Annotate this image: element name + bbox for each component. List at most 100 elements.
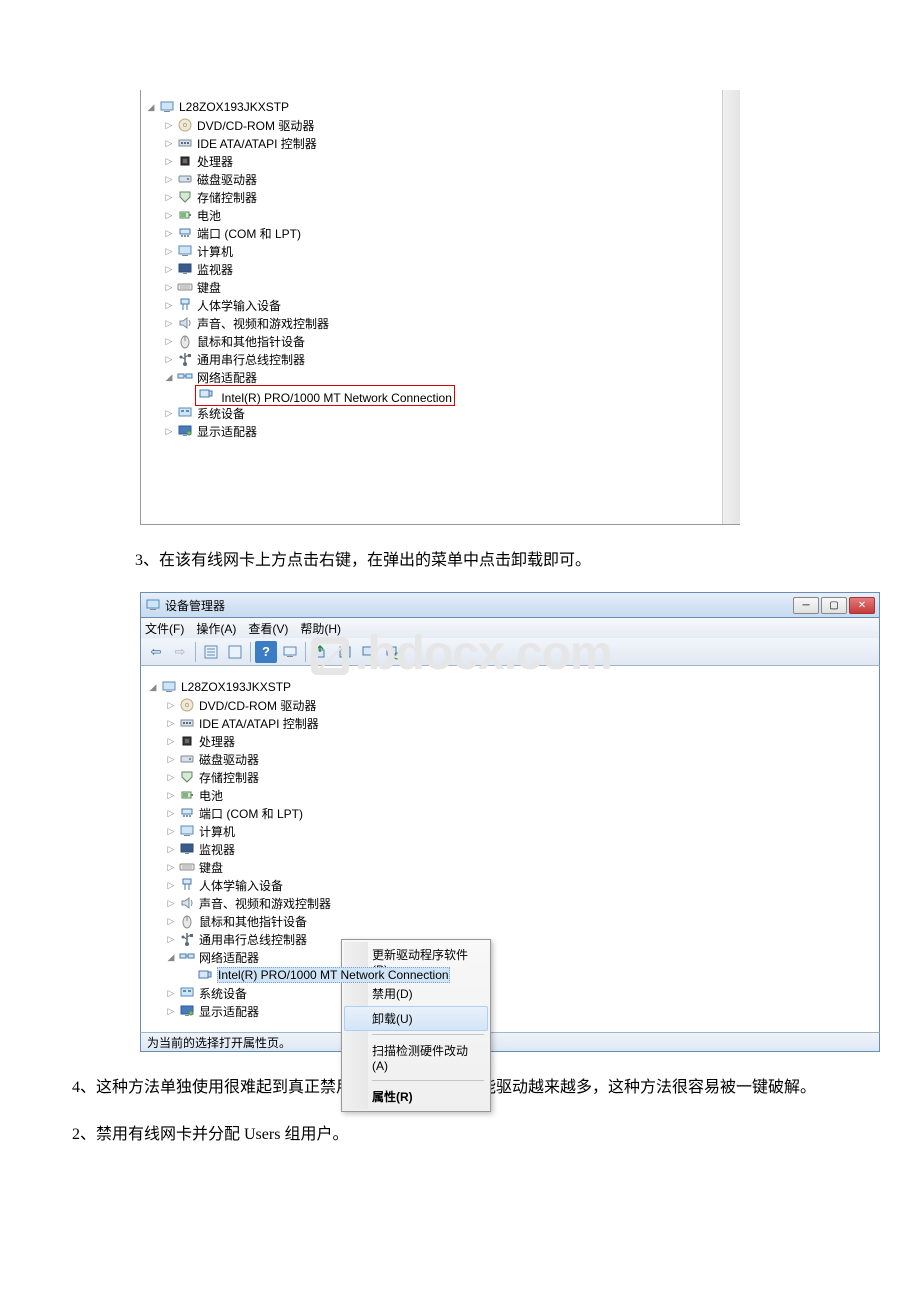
tree-node[interactable]: ▷磁盘驱动器: [145, 170, 736, 188]
expand-icon[interactable]: ▷: [163, 426, 175, 437]
tree-node[interactable]: ▷人体学输入设备: [147, 876, 873, 894]
selected-network-card[interactable]: Intel(R) PRO/1000 MT Network Connection: [217, 967, 450, 983]
expand-icon[interactable]: ▷: [163, 120, 175, 131]
tree-node[interactable]: ▷系统设备: [147, 984, 873, 1002]
window-titlebar[interactable]: 设备管理器 ─ ▢ ✕: [140, 592, 880, 618]
minimize-button[interactable]: ─: [793, 597, 819, 614]
properties-button[interactable]: [224, 641, 246, 663]
expand-icon[interactable]: ▷: [165, 844, 177, 855]
tree-node[interactable]: ▷端口 (COM 和 LPT): [145, 224, 736, 242]
expand-icon[interactable]: ▷: [163, 300, 175, 311]
tree-node[interactable]: ▷监视器: [147, 840, 873, 858]
expand-icon[interactable]: ▷: [165, 754, 177, 765]
menu-properties[interactable]: 属性(R): [344, 1084, 488, 1109]
tree-node[interactable]: ▷计算机: [147, 822, 873, 840]
expand-icon[interactable]: ▷: [163, 336, 175, 347]
tree-node[interactable]: ▷人体学输入设备: [145, 296, 736, 314]
tree-node-network[interactable]: ◢ 网络适配器: [145, 368, 736, 386]
tree-node[interactable]: ▷DVD/CD-ROM 驱动器: [147, 696, 873, 714]
tree-leaf-network-card[interactable]: Intel(R) PRO/1000 MT Network Connection: [147, 966, 873, 984]
tree-node[interactable]: ▷磁盘驱动器: [147, 750, 873, 768]
update-driver-button[interactable]: [310, 641, 332, 663]
menu-action[interactable]: 操作(A): [196, 620, 236, 637]
expand-icon[interactable]: ▷: [165, 862, 177, 873]
maximize-button[interactable]: ▢: [821, 597, 847, 614]
tree-node-network[interactable]: ◢ 网络适配器: [147, 948, 873, 966]
enable-button[interactable]: [382, 641, 404, 663]
status-text: 为当前的选择打开属性页。: [147, 1034, 291, 1051]
collapse-icon[interactable]: ◢: [163, 372, 175, 383]
expand-icon[interactable]: ▷: [163, 264, 175, 275]
expand-icon[interactable]: ▷: [163, 174, 175, 185]
tree-node[interactable]: ▷IDE ATA/ATAPI 控制器: [147, 714, 873, 732]
tree-node[interactable]: ▷显示适配器: [147, 1002, 873, 1020]
expand-icon[interactable]: ▷: [165, 916, 177, 927]
collapse-icon[interactable]: ◢: [145, 102, 157, 113]
tree-node[interactable]: ▷键盘: [145, 278, 736, 296]
tree-node[interactable]: ▷存储控制器: [147, 768, 873, 786]
expand-icon[interactable]: ▷: [165, 880, 177, 891]
expand-icon[interactable]: ▷: [165, 934, 177, 945]
expand-icon[interactable]: ▷: [165, 898, 177, 909]
help-button[interactable]: ?: [255, 641, 277, 663]
tree-node[interactable]: ▷声音、视频和游戏控制器: [147, 894, 873, 912]
expand-icon[interactable]: ▷: [165, 700, 177, 711]
tree-node[interactable]: ▷鼠标和其他指针设备: [145, 332, 736, 350]
tree-node[interactable]: ▷声音、视频和游戏控制器: [145, 314, 736, 332]
expand-icon[interactable]: ▷: [165, 808, 177, 819]
expand-icon[interactable]: ▷: [163, 210, 175, 221]
tree-node[interactable]: ▷DVD/CD-ROM 驱动器: [145, 116, 736, 134]
tree-node[interactable]: ▷显示适配器: [145, 422, 736, 440]
tree-node[interactable]: ▷通用串行总线控制器: [147, 930, 873, 948]
expand-icon[interactable]: ▷: [163, 156, 175, 167]
expand-icon[interactable]: ▷: [165, 1006, 177, 1017]
disable-button[interactable]: [358, 641, 380, 663]
menu-scan-hardware[interactable]: 扫描检测硬件改动(A): [344, 1038, 488, 1077]
expand-icon[interactable]: ▷: [165, 736, 177, 747]
tree-leaf-network-card[interactable]: Intel(R) PRO/1000 MT Network Connection: [145, 386, 736, 404]
menu-view[interactable]: 查看(V): [248, 620, 288, 637]
expand-icon[interactable]: ▷: [165, 790, 177, 801]
close-button[interactable]: ✕: [849, 597, 875, 614]
tree-node[interactable]: ▷ 系统设备: [145, 404, 736, 422]
menu-help[interactable]: 帮助(H): [300, 620, 341, 637]
expand-icon[interactable]: ▷: [165, 826, 177, 837]
expand-icon[interactable]: ▷: [165, 718, 177, 729]
device-tree-1[interactable]: ◢ L28ZOX193JKXSTP ▷DVD/CD-ROM 驱动器▷IDE AT…: [141, 90, 740, 448]
tree-node[interactable]: ▷IDE ATA/ATAPI 控制器: [145, 134, 736, 152]
tree-node[interactable]: ▷计算机: [145, 242, 736, 260]
expand-icon[interactable]: ▷: [163, 354, 175, 365]
expand-icon[interactable]: ▷: [163, 192, 175, 203]
tree-node[interactable]: ▷键盘: [147, 858, 873, 876]
uninstall-button[interactable]: [334, 641, 356, 663]
tree-node[interactable]: ▷电池: [147, 786, 873, 804]
expand-icon[interactable]: ▷: [163, 408, 175, 419]
collapse-icon[interactable]: ◢: [165, 952, 177, 963]
expand-icon[interactable]: ▷: [165, 772, 177, 783]
tree-node[interactable]: ▷处理器: [147, 732, 873, 750]
tree-node[interactable]: ▷ 处理器: [145, 152, 736, 170]
tree-node[interactable]: ▷通用串行总线控制器: [145, 350, 736, 368]
expand-icon[interactable]: ▷: [163, 318, 175, 329]
expand-icon[interactable]: ▷: [163, 246, 175, 257]
tree-node[interactable]: ▷存储控制器: [145, 188, 736, 206]
tree-root-row[interactable]: ◢ L28ZOX193JKXSTP: [147, 678, 873, 696]
tree-node[interactable]: ▷端口 (COM 和 LPT): [147, 804, 873, 822]
tree-node-label: 系统设备: [197, 405, 245, 422]
tree-root-row[interactable]: ◢ L28ZOX193JKXSTP: [145, 98, 736, 116]
tree-node[interactable]: ▷监视器: [145, 260, 736, 278]
tree-node[interactable]: ▷鼠标和其他指针设备: [147, 912, 873, 930]
expand-icon[interactable]: ▷: [163, 138, 175, 149]
collapse-icon[interactable]: ◢: [147, 682, 159, 693]
expand-icon[interactable]: ▷: [163, 282, 175, 293]
details-button[interactable]: [200, 641, 222, 663]
forward-button[interactable]: ⇨: [169, 641, 191, 663]
device-tree-2[interactable]: .bdocx.com ◢ L28ZOX193JKXSTP ▷DVD/CD-ROM…: [140, 666, 880, 1032]
expand-icon[interactable]: ▷: [165, 988, 177, 999]
expand-icon[interactable]: ▷: [163, 228, 175, 239]
scan-button[interactable]: [279, 641, 301, 663]
menu-file[interactable]: 文件(F): [145, 620, 184, 637]
tree-node-label: 处理器: [197, 153, 233, 170]
back-button[interactable]: ⇦: [145, 641, 167, 663]
tree-node[interactable]: ▷电池: [145, 206, 736, 224]
